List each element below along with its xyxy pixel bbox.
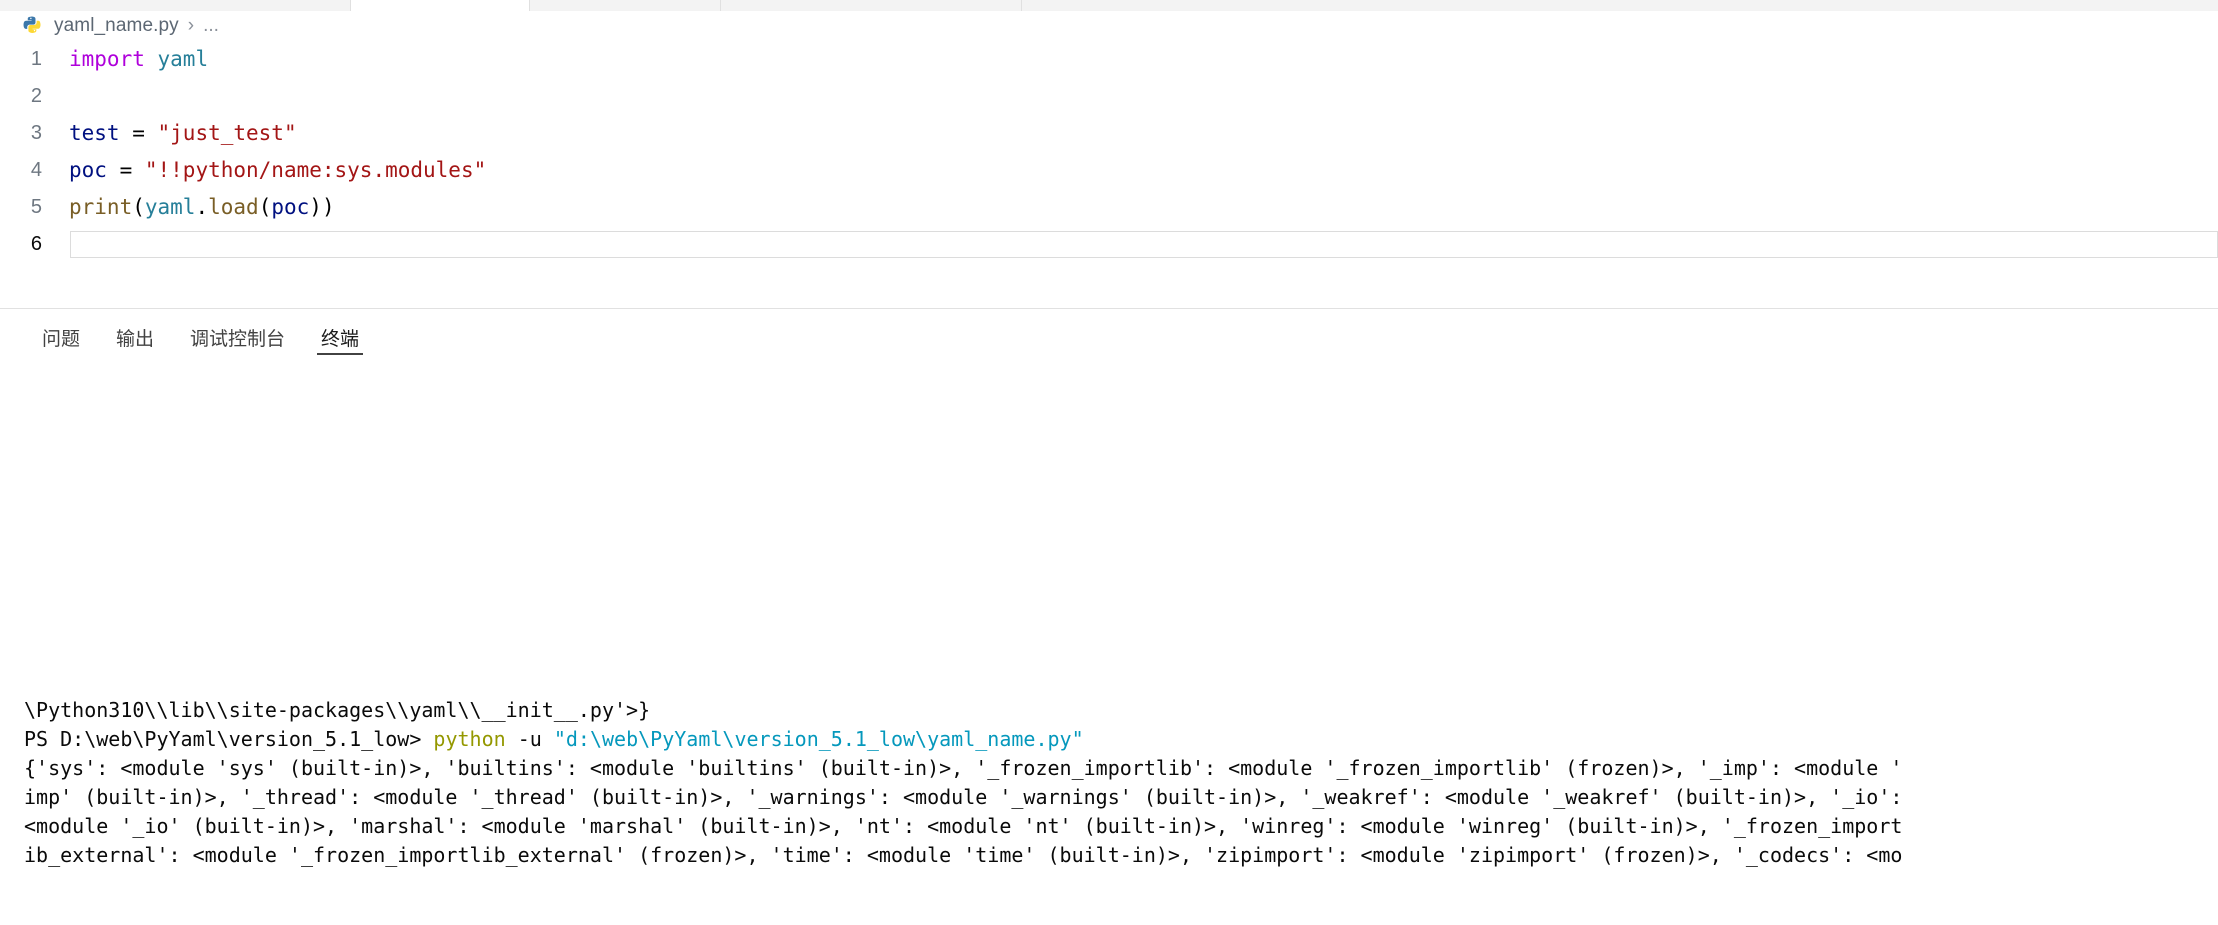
terminal-line: PS D:\web\PyYaml\version_5.1_low> python… <box>24 725 2218 754</box>
code-line-text: poc = "!!python/name:sys.modules" <box>68 152 2218 189</box>
terminal-line: imp' (built-in)>, '_thread': <module '_t… <box>24 783 2218 812</box>
panel-tab-label: 问题 <box>42 327 81 350</box>
panel-tab-label: 终端 <box>321 327 360 350</box>
terminal-line: \Python310\\lib\\site-packages\\yaml\\__… <box>24 696 2218 725</box>
code-token: yaml <box>157 47 209 71</box>
code-token: test <box>69 121 120 145</box>
line-number: 3 <box>30 122 42 144</box>
code-token: poc <box>271 195 310 219</box>
panel-tab-problems[interactable]: 问题 <box>24 309 98 365</box>
code-line-text: test = "just_test" <box>68 115 2218 152</box>
code-token: import <box>69 47 145 71</box>
panel-tab-output[interactable]: 输出 <box>98 309 172 365</box>
terminal-segment: <module '_io' (built-in)>, 'marshal': <m… <box>24 814 1903 838</box>
chevron-right-icon: › <box>187 15 195 36</box>
code-line-text: print(yaml.load(poc)) <box>68 189 2218 226</box>
terminal-segment: {'sys': <module 'sys' (built-in)>, 'buil… <box>24 756 1903 780</box>
panel-tab-terminal[interactable]: 终端 <box>303 309 377 365</box>
code-token: poc <box>69 158 107 182</box>
vscode-window: yaml_name.py › ... 1 import yaml 2 3 test = … <box>0 0 2218 925</box>
code-token: load <box>208 195 259 219</box>
code-token: ( <box>132 195 145 219</box>
line-number: 2 <box>30 85 42 107</box>
terminal-output[interactable]: \Python310\\lib\\site-packages\\yaml\\__… <box>0 674 2218 925</box>
line-number: 1 <box>30 48 42 70</box>
code-token: ) <box>309 195 322 219</box>
breadcrumb-overflow[interactable]: ... <box>203 15 219 37</box>
python-file-icon <box>23 16 41 33</box>
code-editor[interactable]: 1 import yaml 2 3 test = "just_test" 4 poc = "… <box>0 41 2218 308</box>
breadcrumb-file[interactable]: yaml_name.py <box>54 15 179 37</box>
code-token: print <box>69 195 133 219</box>
terminal-line: {'sys': <module 'sys' (built-in)>, 'buil… <box>24 754 2218 783</box>
tab-slot-4[interactable] <box>721 0 1022 11</box>
terminal-segment: -u <box>505 727 554 751</box>
terminal-segment: imp' (built-in)>, '_thread': <module '_t… <box>24 785 1915 809</box>
tab-slot-1[interactable] <box>0 0 351 11</box>
terminal-segment: "d:\web\PyYaml\version_5.1_low\yaml_name… <box>553 727 1084 751</box>
code-token: = <box>106 158 145 182</box>
breadcrumb: yaml_name.py › ... <box>0 11 2218 41</box>
terminal-line: <module '_io' (built-in)>, 'marshal': <m… <box>24 812 2218 841</box>
code-line[interactable]: 5 print(yaml.load(poc)) <box>0 189 2218 226</box>
terminal-segment: ib_external': <module '_frozen_importlib… <box>24 843 1903 867</box>
tab-slot-3[interactable] <box>530 0 721 11</box>
code-token: "just_test" <box>157 121 297 145</box>
code-line-text: import yaml <box>68 41 2218 78</box>
code-line[interactable]: 4 poc = "!!python/name:sys.modules" <box>0 152 2218 189</box>
code-token: "!!python/name:sys.modules" <box>144 158 487 182</box>
code-token: ) <box>321 195 335 219</box>
line-number: 5 <box>30 196 42 218</box>
terminal-segment: \Python310\\lib\\site-packages\\yaml\\__… <box>24 698 651 722</box>
code-token: = <box>119 121 158 145</box>
terminal-segment: python <box>433 727 506 751</box>
code-token: yaml <box>144 195 196 219</box>
code-line[interactable]: 6 <box>0 226 2218 263</box>
line-number: 4 <box>30 159 42 181</box>
tab-strip-filler <box>1022 0 2218 11</box>
code-line[interactable]: 3 test = "just_test" <box>0 115 2218 152</box>
panel-tab-bar: 问题 输出 调试控制台 终端 <box>0 309 2218 365</box>
line-number: 6 <box>30 233 42 255</box>
code-token: . <box>195 195 209 219</box>
active-line-input[interactable] <box>70 231 2218 258</box>
code-token: ( <box>258 195 272 219</box>
bottom-panel: 问题 输出 调试控制台 终端 \Python310\\lib\\site-packag… <box>0 309 2218 925</box>
panel-tab-label: 调试控制台 <box>190 327 286 350</box>
code-line[interactable]: 1 import yaml <box>0 41 2218 78</box>
terminal-segment: PS D:\web\PyYaml\version_5.1_low> <box>24 727 434 751</box>
code-line[interactable]: 2 <box>0 78 2218 115</box>
panel-tab-debug-console[interactable]: 调试控制台 <box>172 309 303 365</box>
terminal-line: ib_external': <module '_frozen_importlib… <box>24 841 2218 870</box>
panel-tab-label: 输出 <box>116 327 155 350</box>
